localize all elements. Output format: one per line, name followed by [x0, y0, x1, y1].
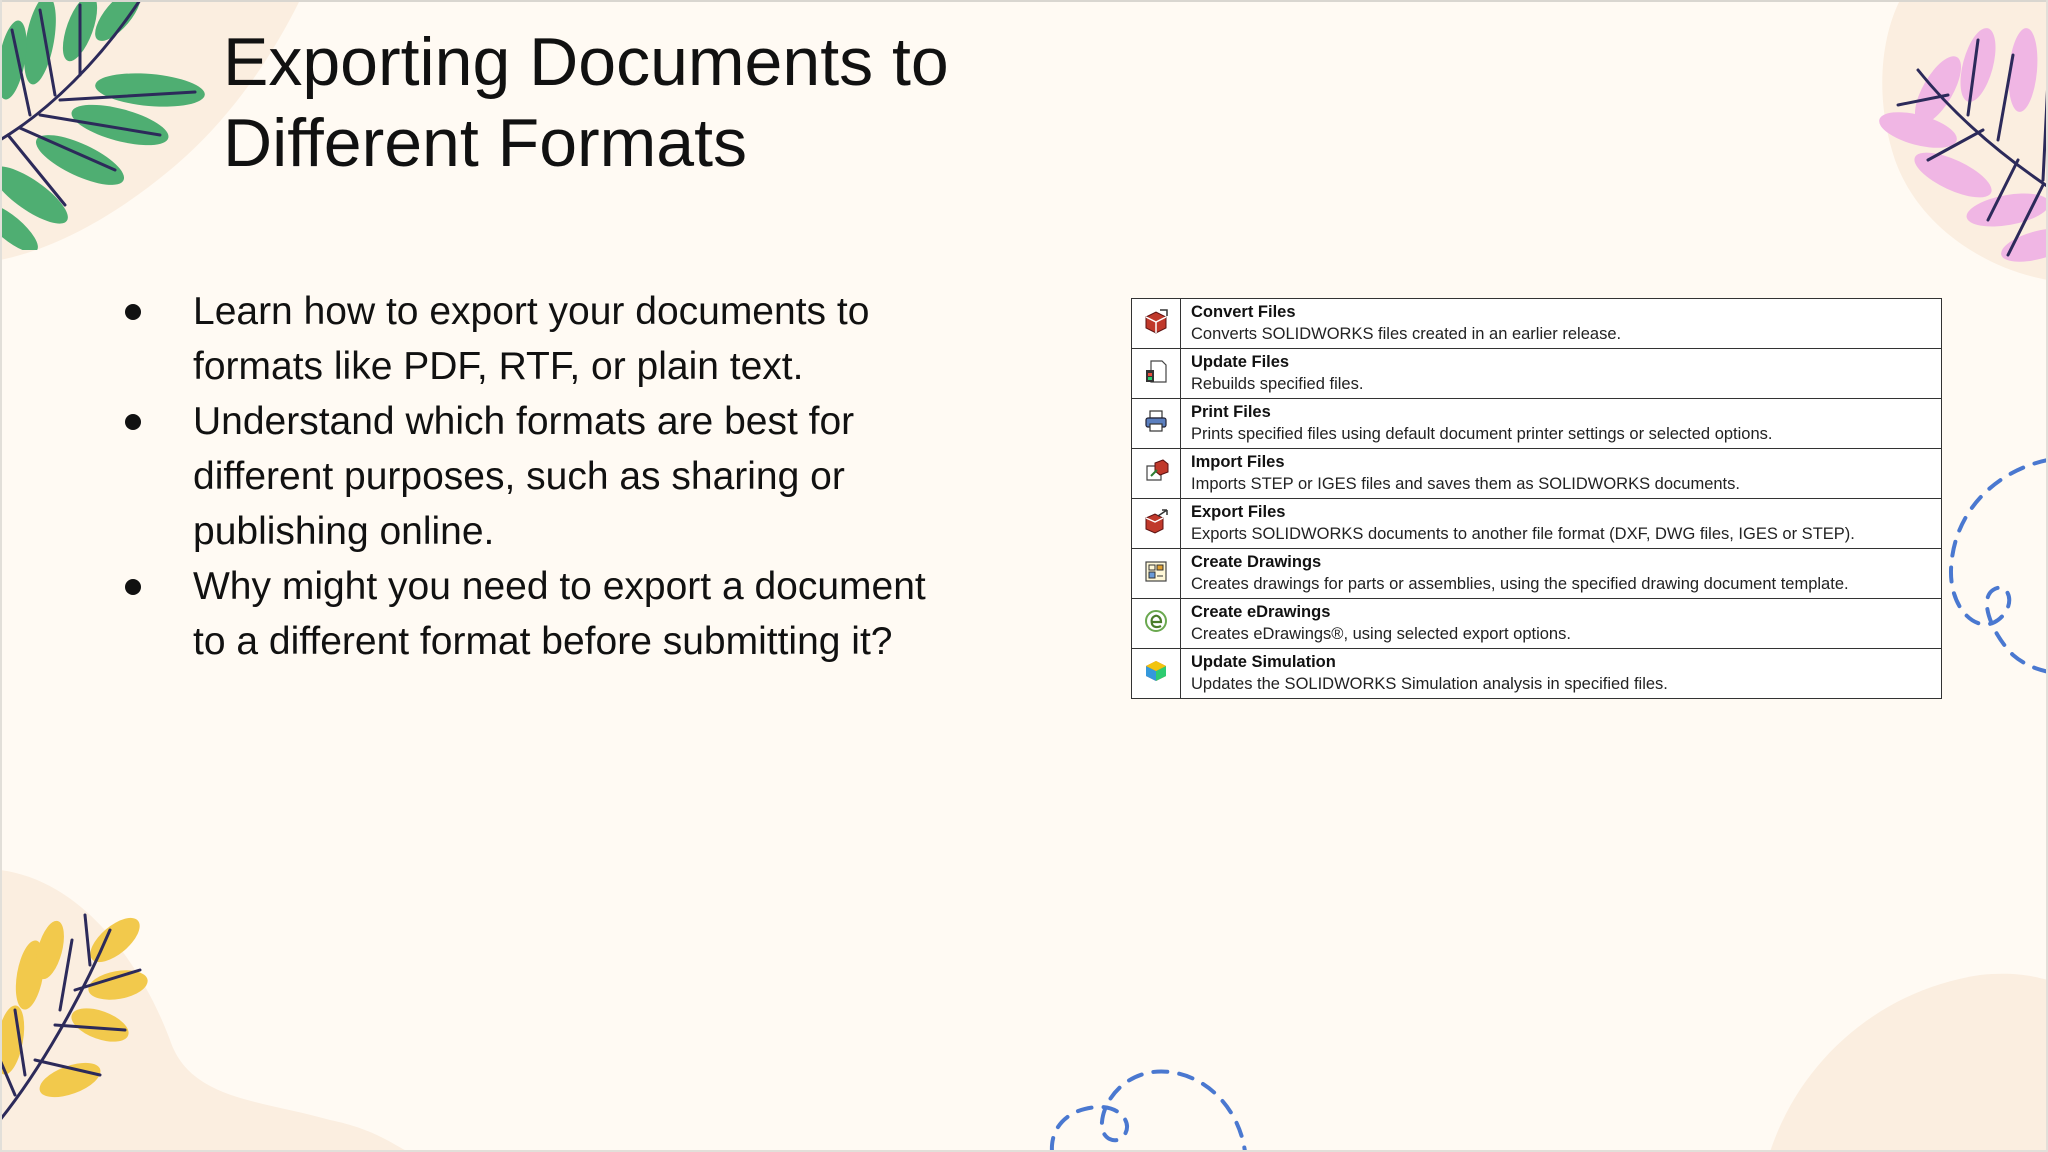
- command-description: Converts SOLIDWORKS files created in an …: [1191, 325, 1622, 343]
- command-description: Rebuilds specified files.: [1191, 375, 1364, 393]
- command-cell: Create eDrawings Creates eDrawings®, usi…: [1180, 598, 1942, 649]
- export-files-icon: [1145, 509, 1168, 534]
- command-cell: Update Files Rebuilds specified files.: [1180, 348, 1942, 399]
- blue-dashed-curl-bottom-icon: [1049, 1069, 1247, 1152]
- slide-border-left: [0, 0, 2, 1152]
- command-name: Create Drawings: [1191, 553, 1322, 571]
- bullet-line: Understand which formats are best for: [193, 400, 855, 443]
- command-name: Create eDrawings: [1191, 603, 1331, 621]
- command-description: Prints specified files using default doc…: [1191, 425, 1773, 443]
- command-name: Update Simulation: [1191, 653, 1336, 671]
- command-cell: Export Files Exports SOLIDWORKS document…: [1180, 498, 1942, 549]
- create-drawings-icon: [1145, 561, 1167, 582]
- icon-cell: [1131, 648, 1181, 699]
- pink-leaf-branch-icon: [1879, 28, 2048, 262]
- icon-cell: [1131, 448, 1181, 499]
- bullet-dot-icon: [125, 579, 141, 595]
- update-simulation-icon: [1146, 661, 1166, 681]
- commands-table: Convert Files Converts SOLIDWORKS files …: [1131, 298, 1942, 699]
- command-description: Creates drawings for parts or assemblies…: [1191, 575, 1849, 593]
- table-row: Create eDrawings Creates eDrawings®, usi…: [1131, 598, 1942, 649]
- bullet-item: Why might you need to export a document …: [120, 559, 980, 669]
- command-cell: Import Files Imports STEP or IGES files …: [1180, 448, 1942, 499]
- table-row: Create Drawings Creates drawings for par…: [1131, 548, 1942, 599]
- bullet-line: different purposes, such as sharing or: [193, 455, 845, 498]
- table-row: Update Simulation Updates the SOLIDWORKS…: [1131, 648, 1942, 699]
- bullet-line: Learn how to export your documents to: [193, 290, 870, 333]
- command-description: Updates the SOLIDWORKS Simulation analys…: [1191, 675, 1668, 693]
- command-name: Convert Files: [1191, 303, 1296, 321]
- bullet-dot-icon: [125, 304, 141, 320]
- slide-border-top: [0, 0, 2048, 2]
- icon-cell: [1131, 498, 1181, 549]
- table-row: Import Files Imports STEP or IGES files …: [1131, 448, 1942, 499]
- green-leaf-branch-icon: [0, 0, 205, 250]
- icon-cell: [1131, 398, 1181, 449]
- bullet-line: Why might you need to export a document: [193, 565, 926, 608]
- bullet-list: Learn how to export your documents to fo…: [120, 284, 980, 669]
- import-files-icon: [1146, 459, 1169, 481]
- command-description: Exports SOLIDWORKS documents to another …: [1191, 525, 1855, 543]
- yellow-leaf-branch-icon: [0, 913, 148, 1122]
- command-description: Creates eDrawings®, using selected expor…: [1191, 625, 1571, 643]
- create-edrawings-icon: [1145, 610, 1167, 632]
- update-files-icon: [1146, 360, 1167, 383]
- command-description: Imports STEP or IGES files and saves the…: [1191, 475, 1740, 493]
- command-name: Import Files: [1191, 453, 1285, 471]
- slide-title-line-1: Exporting Documents to: [223, 24, 949, 100]
- command-cell: Create Drawings Creates drawings for par…: [1180, 548, 1942, 599]
- command-cell: Print Files Prints specified files using…: [1180, 398, 1942, 449]
- bullet-line: to a different format before submitting …: [193, 620, 893, 663]
- slide: Exporting Documents to Different Formats…: [0, 0, 2048, 1152]
- icon-cell: [1131, 598, 1181, 649]
- icon-cell: [1131, 548, 1181, 599]
- icon-cell: [1131, 348, 1181, 399]
- table-row: Convert Files Converts SOLIDWORKS files …: [1131, 298, 1942, 349]
- bullet-line: formats like PDF, RTF, or plain text.: [193, 345, 804, 388]
- table-row: Update Files Rebuilds specified files.: [1131, 348, 1942, 399]
- bullet-line: publishing online.: [193, 510, 495, 553]
- convert-files-icon: [1145, 309, 1168, 334]
- blue-dashed-curl-icon: [1948, 458, 2048, 674]
- command-name: Update Files: [1191, 353, 1290, 371]
- bullet-dot-icon: [125, 414, 141, 430]
- table-row: Print Files Prints specified files using…: [1131, 398, 1942, 449]
- command-cell: Convert Files Converts SOLIDWORKS files …: [1180, 298, 1942, 349]
- blob-bottom-right: [1770, 973, 2048, 1152]
- bullet-item: Learn how to export your documents to fo…: [120, 284, 980, 394]
- command-name: Print Files: [1191, 403, 1271, 421]
- bullet-item: Understand which formats are best for di…: [120, 394, 980, 559]
- command-cell: Update Simulation Updates the SOLIDWORKS…: [1180, 648, 1942, 699]
- slide-title: Exporting Documents to Different Formats: [223, 22, 1123, 184]
- icon-cell: [1131, 298, 1181, 349]
- print-files-icon: [1145, 410, 1167, 432]
- table-row: Export Files Exports SOLIDWORKS document…: [1131, 498, 1942, 549]
- command-name: Export Files: [1191, 503, 1286, 521]
- slide-title-line-2: Different Formats: [223, 105, 748, 181]
